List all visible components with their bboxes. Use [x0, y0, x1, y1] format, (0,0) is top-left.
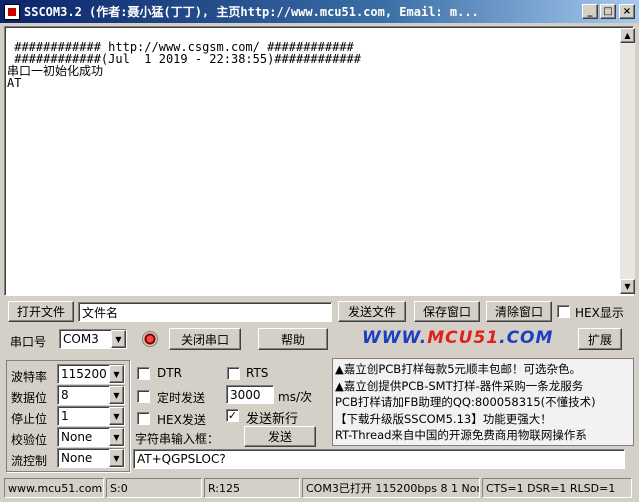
chevron-down-icon[interactable]: ▼ — [109, 386, 124, 404]
hex-send-checkbox[interactable] — [137, 412, 150, 425]
vertical-scrollbar[interactable]: ▲ ▼ — [620, 28, 635, 294]
parity-select[interactable]: None ▼ — [57, 427, 125, 447]
receive-line: 串口一初始化成功 — [7, 64, 104, 78]
newline-checkbox[interactable]: ✓ — [226, 409, 239, 422]
baud-value: 115200 — [61, 367, 107, 381]
status-signals: CTS=1 DSR=1 RLSD=1 — [482, 478, 632, 498]
help-button[interactable]: 帮助 — [258, 328, 328, 350]
chevron-down-icon[interactable]: ▼ — [109, 449, 124, 467]
port-label: 串口号 — [10, 335, 47, 349]
ad-line[interactable]: ▲嘉立创PCB打样每款5元顺丰包邮！可选杂色。 — [335, 361, 631, 378]
logo-text-mcu51: MCU51 — [427, 328, 500, 348]
databits-value: 8 — [61, 388, 69, 402]
dtr-checkbox[interactable] — [137, 367, 150, 380]
expand-button[interactable]: 扩展 — [578, 328, 622, 350]
parity-value: None — [61, 430, 93, 444]
hex-display-checkbox[interactable] — [557, 305, 570, 318]
port-select[interactable]: COM3 ▼ — [59, 329, 127, 349]
status-port-info: COM3已打开 115200bps 8 1 None None — [302, 478, 480, 498]
newline-label: 发送新行 — [246, 412, 299, 427]
stopbits-value: 1 — [61, 409, 69, 423]
port-status-led-icon — [142, 331, 158, 347]
ad-line[interactable]: RT-Thread来自中国的开源免费商用物联网操作系 — [335, 427, 631, 444]
receive-textarea[interactable]: ############ http://www.csgsm.com/ #####… — [4, 26, 634, 296]
rts-label: RTS — [246, 366, 269, 380]
dtr-label: DTR — [157, 366, 182, 380]
parity-label: 校验位 — [11, 433, 48, 447]
status-website: www.mcu51.com — [4, 478, 104, 498]
databits-label: 数据位 — [11, 391, 48, 405]
interval-input[interactable]: 3000 — [226, 385, 274, 404]
hex-send-label: HEX发送 — [157, 413, 206, 427]
send-input[interactable]: AT+QGPSLOC? — [133, 449, 625, 469]
flow-value: None — [61, 451, 93, 465]
logo-text-www: WWW. — [362, 328, 428, 348]
flow-select[interactable]: None ▼ — [57, 448, 125, 468]
chevron-down-icon[interactable]: ▼ — [109, 365, 124, 383]
ad-line[interactable]: PCB打样请加FB助理的QQ:800058315(不懂技术) — [335, 394, 631, 411]
scroll-down-icon[interactable]: ▼ — [620, 279, 635, 294]
timed-send-label: 定时发送 — [157, 391, 206, 405]
port-value: COM3 — [63, 332, 99, 346]
clear-window-button[interactable]: 清除窗口 — [486, 301, 552, 322]
interval-unit-label: ms/次 — [278, 390, 312, 404]
stopbits-select[interactable]: 1 ▼ — [57, 406, 125, 426]
title-bar[interactable]: SSCOM3.2 (作者:聂小猛(丁丁), 主页http://www.mcu51… — [0, 0, 639, 23]
send-button[interactable]: 发送 — [244, 426, 316, 447]
input-label: 字符串输入框： — [135, 432, 220, 446]
status-sent-count: S:0 — [106, 478, 202, 498]
status-received-count: R:125 — [204, 478, 300, 498]
app-icon — [4, 3, 20, 20]
checkmark-icon: ✓ — [227, 409, 238, 422]
logo-text-com: .COM — [499, 328, 554, 348]
timed-send-checkbox[interactable] — [137, 390, 150, 403]
ad-line[interactable]: ▲嘉立创提供PCB-SMT打样-器件采购一条龙服务 — [335, 378, 631, 395]
flow-label: 流控制 — [11, 454, 48, 468]
chevron-down-icon[interactable]: ▼ — [109, 428, 124, 446]
filename-input[interactable]: 文件名 — [78, 302, 332, 322]
chevron-down-icon[interactable]: ▼ — [111, 330, 126, 348]
databits-select[interactable]: 8 ▼ — [57, 385, 125, 405]
ad-panel[interactable]: ▲嘉立创PCB打样每款5元顺丰包邮！可选杂色。 ▲嘉立创提供PCB-SMT打样-… — [332, 358, 634, 446]
chevron-down-icon[interactable]: ▼ — [109, 407, 124, 425]
stopbits-label: 停止位 — [11, 412, 48, 426]
ad-line[interactable]: 【下载升级版SSCOM5.13】功能更强大！ — [335, 411, 631, 428]
save-window-button[interactable]: 保存窗口 — [414, 301, 480, 322]
hex-display-label: HEX显示 — [575, 306, 624, 320]
open-file-button[interactable]: 打开文件 — [8, 301, 74, 322]
baud-select[interactable]: 115200 ▼ — [57, 364, 125, 384]
receive-line: AT — [7, 76, 22, 90]
minimize-button[interactable]: _ — [582, 4, 598, 19]
baud-label: 波特率 — [11, 370, 48, 384]
close-port-button[interactable]: 关闭串口 — [169, 328, 241, 350]
rts-checkbox[interactable] — [227, 367, 240, 380]
maximize-button[interactable]: □ — [600, 4, 616, 19]
scroll-up-icon[interactable]: ▲ — [620, 28, 635, 43]
window-title: SSCOM3.2 (作者:聂小猛(丁丁), 主页http://www.mcu51… — [24, 5, 479, 19]
mcu51-logo[interactable]: WWW.MCU51.COM — [362, 328, 553, 348]
send-file-button[interactable]: 发送文件 — [338, 301, 406, 322]
close-button[interactable]: × — [619, 4, 635, 19]
